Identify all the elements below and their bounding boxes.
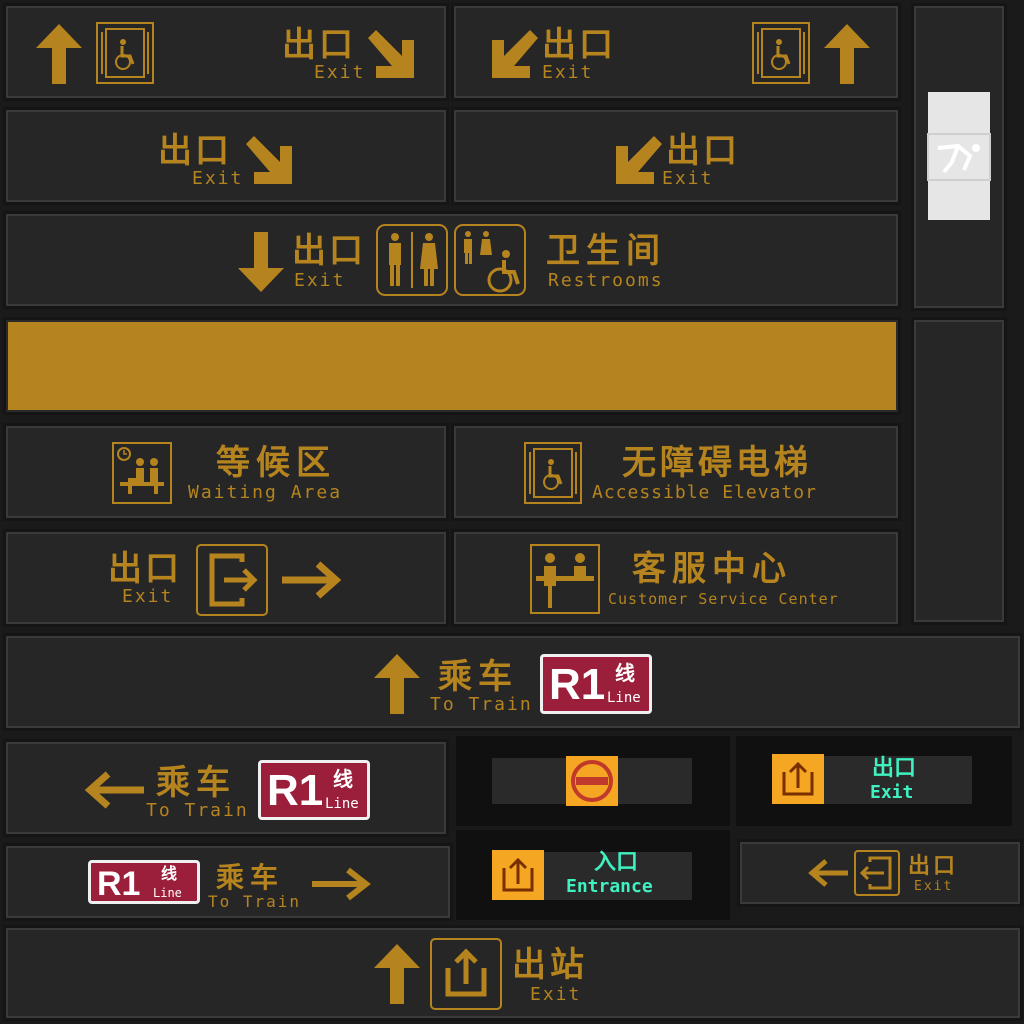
restrooms-label-en: Restrooms (548, 270, 664, 291)
side-panel-bottom (911, 317, 1007, 625)
arrow-up-icon (374, 944, 420, 1004)
led-exit-en: Exit (870, 782, 914, 803)
exit-sign-down-right: 出口 Exit (3, 107, 449, 205)
exit-restrooms-sign: 出口 Exit 卫生间 Restrooms (3, 211, 901, 309)
service-label-zh: 客服中心 (632, 549, 792, 589)
arrow-up-icon (824, 24, 870, 84)
customer-service-sign: 客服中心 Customer Service Center (451, 529, 901, 627)
led-entrance-sign: 入口 Entrance (456, 830, 730, 920)
exit-label-en: Exit (914, 879, 954, 894)
side-panel-top (911, 3, 1007, 311)
to-train-left-sign: 乘车 To Train R1 线 Line (3, 739, 449, 837)
waiting-area-icon (112, 442, 172, 504)
elevator-label-zh: 无障碍电梯 (622, 443, 812, 483)
line-label-en: Line (153, 886, 182, 900)
exit-station-icon (430, 938, 502, 1010)
line-label-en: Line (325, 796, 359, 812)
exit-label-en: Exit (294, 270, 346, 291)
led-entrance-en: Entrance (566, 876, 653, 897)
arrow-up-icon (374, 654, 420, 714)
arrow-down-icon (238, 232, 284, 292)
line-label-en: Line (607, 690, 641, 706)
to-train-label-zh: 乘车 (216, 861, 285, 894)
exit-label-zh: 出口 (158, 131, 232, 171)
arrow-down-right-icon (246, 136, 292, 184)
line-r1-badge: R1 线 Line (88, 860, 200, 904)
waiting-area-sign: 等候区 Waiting Area (3, 423, 449, 521)
to-train-right-sign: R1 线 Line 乘车 To Train (3, 843, 453, 921)
to-train-label-zh: 乘车 (438, 657, 518, 697)
exit-label-zh: 出口 (282, 25, 356, 65)
restrooms-label-zh: 卫生间 (546, 231, 666, 271)
arrow-left-icon (84, 771, 144, 809)
accessible-restroom-icon (454, 224, 526, 296)
exit-label-zh: 出口 (666, 131, 740, 171)
exit-station-label-zh: 出站 (512, 945, 588, 985)
accessible-elevator-icon (96, 22, 154, 84)
exit-label-zh: 出口 (542, 25, 616, 65)
line-r1-badge: R1 线 Line (258, 760, 370, 820)
service-label-en: Customer Service Center (608, 590, 839, 608)
arrow-right-icon (312, 867, 371, 901)
small-exit-sign: 出口 Exit (737, 839, 1023, 907)
line-r1-badge: R1 线 Line (540, 654, 652, 714)
exit-label-en: Exit (542, 62, 594, 83)
exit-label-en: Exit (662, 168, 714, 189)
exit-sign-elevator-left: 出口 Exit (3, 3, 449, 101)
exit-door-icon (854, 850, 900, 896)
to-train-up-sign: 乘车 To Train R1 线 Line (3, 633, 1023, 731)
led-exit-zh: 出口 (872, 756, 917, 781)
line-code: R1 (267, 766, 324, 815)
arrow-down-left-icon (492, 30, 538, 78)
exit-station-label-en: Exit (530, 984, 582, 1005)
exit-sign-elevator-right: 出口 Exit (451, 3, 901, 101)
exit-label-en: Exit (122, 586, 174, 607)
to-train-label-en: To Train (208, 892, 302, 911)
line-label-zh: 线 (615, 661, 635, 685)
led-no-entry-sign (456, 736, 730, 826)
exit-label-en: Exit (192, 168, 244, 189)
exit-station-sign: 出站 Exit (3, 925, 1023, 1021)
waiting-label-en: Waiting Area (188, 482, 343, 503)
restroom-icon (376, 224, 448, 296)
accessible-elevator-icon (752, 22, 810, 84)
customer-service-icon (530, 544, 600, 614)
slip-hazard-icon (927, 92, 991, 220)
exit-label-zh: 出口 (908, 854, 959, 879)
led-exit-sign: 出口 Exit (736, 736, 1012, 826)
arrow-down-right-icon (368, 30, 414, 78)
exit-sign-down-left: 出口 Exit (451, 107, 901, 205)
entrance-icon (772, 754, 824, 804)
arrow-up-icon (36, 24, 82, 84)
to-train-label-en: To Train (430, 694, 533, 715)
led-entrance-zh: 入口 (594, 850, 639, 875)
exit-right-sign: 出口 Exit (3, 529, 449, 627)
elevator-label-en: Accessible Elevator (592, 482, 817, 503)
arrow-left-icon (808, 859, 848, 887)
exit-label-zh: 出口 (108, 549, 182, 589)
arrow-right-icon (282, 561, 342, 599)
line-code: R1 (97, 865, 141, 903)
accessible-elevator-sign: 无障碍电梯 Accessible Elevator (451, 423, 901, 521)
line-label-zh: 线 (161, 864, 178, 883)
exit-label-en: Exit (314, 62, 366, 83)
line-code: R1 (549, 660, 606, 709)
accessible-elevator-icon (524, 442, 582, 504)
to-train-label-en: To Train (146, 800, 249, 821)
exit-label-zh: 出口 (292, 231, 366, 271)
to-train-label-zh: 乘车 (156, 763, 236, 803)
waiting-label-zh: 等候区 (216, 443, 336, 483)
entrance-icon (492, 850, 544, 900)
exit-door-icon (196, 544, 268, 616)
blank-gold-panel (3, 317, 901, 415)
line-label-zh: 线 (333, 767, 353, 791)
no-entry-icon (566, 756, 618, 806)
arrow-down-left-icon (616, 136, 662, 184)
